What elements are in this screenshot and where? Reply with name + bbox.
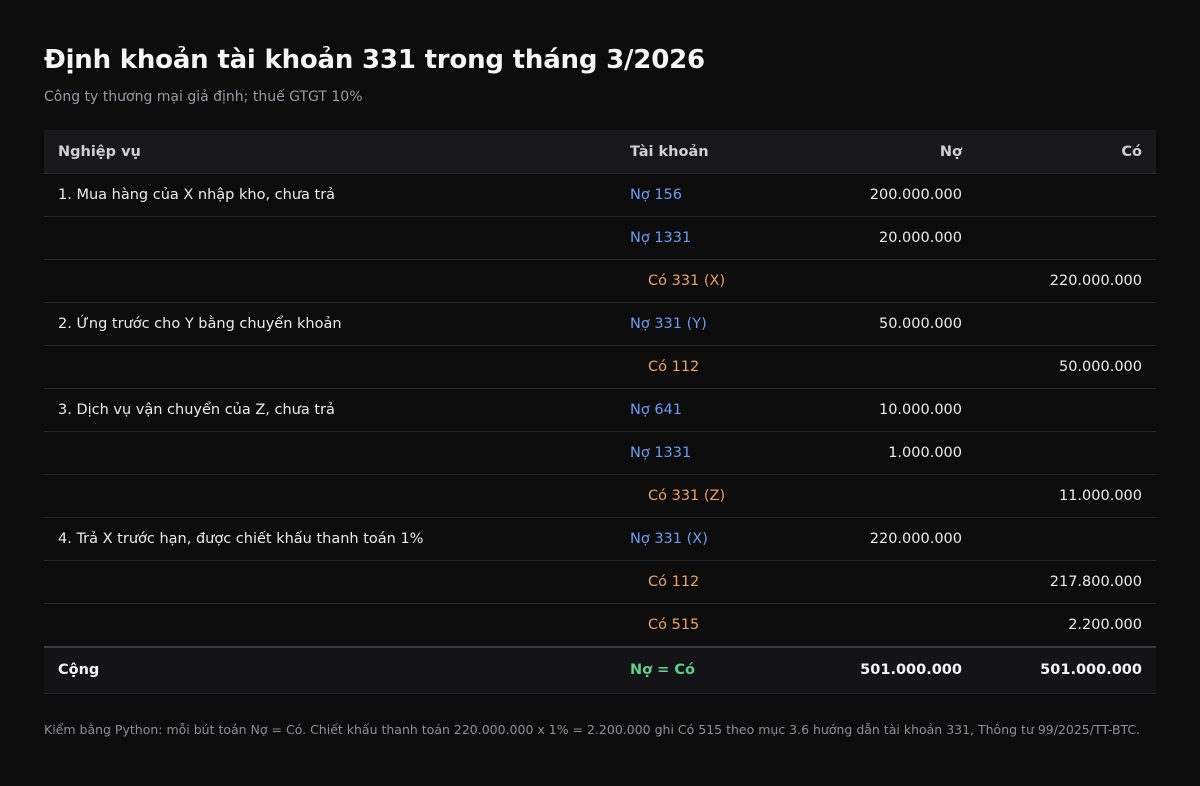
cell-account: Có 112	[616, 345, 776, 389]
cell-account: Có 515	[616, 603, 776, 647]
footnote: Kiểm bằng Python: mỗi bút toán Nợ = Có. …	[44, 721, 1141, 737]
table-row: 3. Dịch vụ vận chuyển của Z, chưa trả Nợ …	[44, 388, 1156, 432]
cell-debit: 1.000.000	[776, 431, 976, 475]
journal-table: Nghiệp vụ Tài khoản Nợ Có 1. Mua hàng củ…	[44, 130, 1156, 694]
page-title: Định khoản tài khoản 331 trong tháng 3/2…	[44, 45, 705, 75]
cell-debit	[776, 345, 976, 389]
table-row: Có 331 (X) 220.000.000	[44, 259, 1156, 303]
cell-transaction: 4. Trả X trước hạn, được chiết khấu than…	[44, 517, 616, 561]
cell-credit	[976, 517, 1156, 561]
cell-credit	[976, 431, 1156, 475]
table-row: Nợ 1331 20.000.000	[44, 216, 1156, 260]
cell-account: Có 112	[616, 560, 776, 604]
cell-account: Nợ 1331	[616, 216, 776, 260]
cell-debit	[776, 603, 976, 647]
header-account: Tài khoản	[616, 130, 776, 174]
cell-debit: 10.000.000	[776, 388, 976, 432]
page-subtitle: Công ty thương mại giả định; thuế GTGT 1…	[44, 89, 363, 105]
cell-credit: 220.000.000	[976, 259, 1156, 303]
cell-transaction	[44, 216, 616, 260]
total-credit: 501.000.000	[976, 645, 1156, 694]
cell-transaction: 1. Mua hàng của X nhập kho, chưa trả	[44, 173, 616, 217]
cell-account: Có 331 (Z)	[616, 474, 776, 518]
cell-transaction: 2. Ứng trước cho Y bằng chuyển khoản	[44, 302, 616, 346]
table-row: 2. Ứng trước cho Y bằng chuyển khoản Nợ 3…	[44, 302, 1156, 346]
table-row: Có 112 217.800.000	[44, 560, 1156, 604]
cell-debit	[776, 560, 976, 604]
table-row: 1. Mua hàng của X nhập kho, chưa trả Nợ 1…	[44, 173, 1156, 217]
page: Định khoản tài khoản 331 trong tháng 3/2…	[0, 0, 1200, 738]
cell-account: Nợ 156	[616, 173, 776, 217]
cell-transaction	[44, 259, 616, 303]
table-row: Có 515 2.200.000	[44, 603, 1156, 647]
table-header: Nghiệp vụ Tài khoản Nợ Có	[44, 130, 1156, 174]
header-row: Nghiệp vụ Tài khoản Nợ Có	[44, 130, 1156, 174]
cell-credit: 50.000.000	[976, 345, 1156, 389]
cell-credit	[976, 216, 1156, 260]
table-body: 1. Mua hàng của X nhập kho, chưa trả Nợ 1…	[44, 173, 1156, 647]
cell-transaction	[44, 474, 616, 518]
table-row: Có 112 50.000.000	[44, 345, 1156, 389]
header-debit: Nợ	[776, 130, 976, 174]
cell-credit	[976, 173, 1156, 217]
cell-account: Nợ 331 (Y)	[616, 302, 776, 346]
cell-account: Nợ 331 (X)	[616, 517, 776, 561]
cell-transaction	[44, 560, 616, 604]
cell-debit: 20.000.000	[776, 216, 976, 260]
cell-debit	[776, 259, 976, 303]
table-row: 4. Trả X trước hạn, được chiết khấu than…	[44, 517, 1156, 561]
cell-transaction	[44, 431, 616, 475]
cell-account: Nợ 1331	[616, 431, 776, 475]
cell-credit: 217.800.000	[976, 560, 1156, 604]
cell-transaction: 3. Dịch vụ vận chuyển của Z, chưa trả	[44, 388, 616, 432]
cell-credit: 11.000.000	[976, 474, 1156, 518]
cell-transaction	[44, 603, 616, 647]
cell-debit	[776, 474, 976, 518]
total-label: Cộng	[44, 645, 616, 694]
cell-account: Nợ 641	[616, 388, 776, 432]
cell-debit: 200.000.000	[776, 173, 976, 217]
cell-transaction	[44, 345, 616, 389]
table-footer: Cộng Nợ = Có 501.000.000 501.000.000	[44, 645, 1156, 694]
table-row: Có 331 (Z) 11.000.000	[44, 474, 1156, 518]
cell-credit	[976, 302, 1156, 346]
cell-credit	[976, 388, 1156, 432]
cell-credit: 2.200.000	[976, 603, 1156, 647]
balance-check: Nợ = Có	[616, 645, 776, 694]
cell-debit: 220.000.000	[776, 517, 976, 561]
cell-debit: 50.000.000	[776, 302, 976, 346]
header-credit: Có	[976, 130, 1156, 174]
total-row: Cộng Nợ = Có 501.000.000 501.000.000	[44, 645, 1156, 694]
total-debit: 501.000.000	[776, 645, 976, 694]
table-row: Nợ 1331 1.000.000	[44, 431, 1156, 475]
cell-account: Có 331 (X)	[616, 259, 776, 303]
header-transaction: Nghiệp vụ	[44, 130, 616, 174]
